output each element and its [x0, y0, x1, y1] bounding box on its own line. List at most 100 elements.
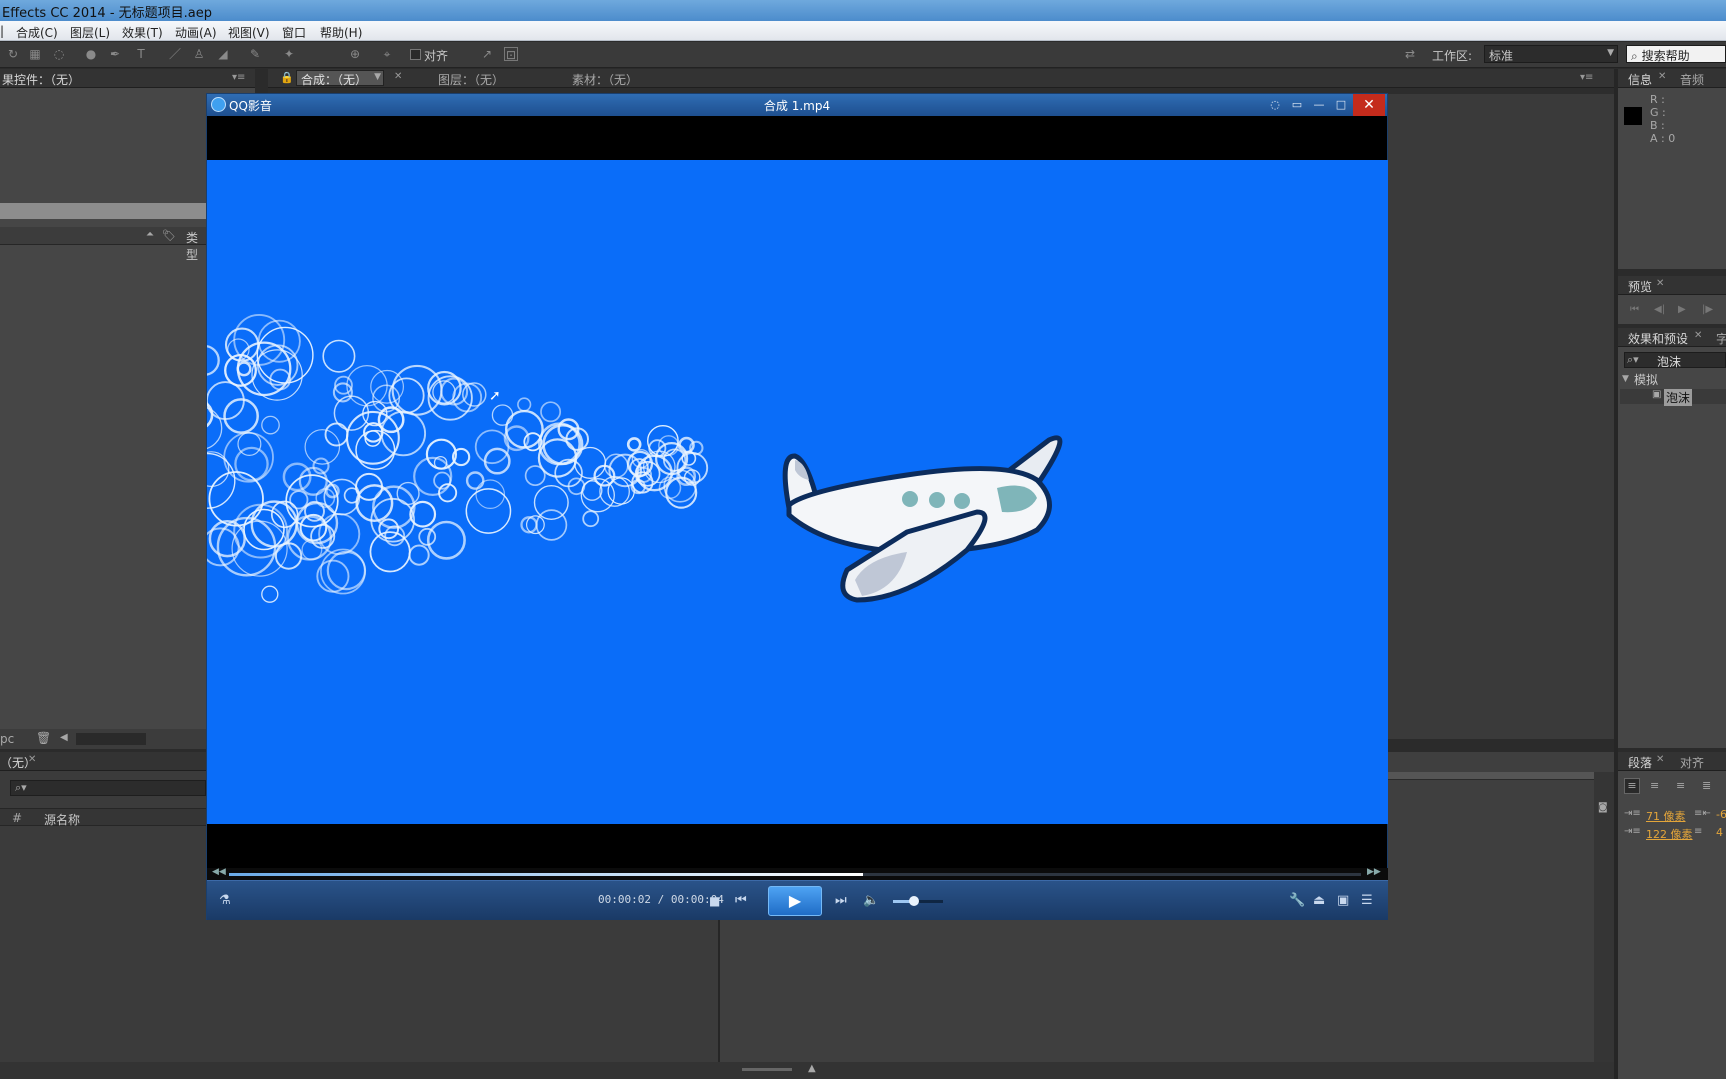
volume-icon[interactable]: 🔈: [863, 893, 879, 909]
mask-tool-icon[interactable]: ●: [84, 47, 98, 61]
effects-item-row[interactable]: ▣ 泡沫: [1620, 389, 1726, 406]
column-source-name[interactable]: 源名称: [44, 811, 80, 828]
timeline-vscroll[interactable]: ◙: [1594, 772, 1614, 1062]
next-icon[interactable]: ⏭: [835, 893, 847, 909]
brush-tool-icon[interactable]: ／: [168, 47, 182, 61]
fast-forward-icon[interactable]: ▶▶: [1367, 867, 1381, 877]
rotate-tool-icon[interactable]: ↻: [6, 47, 20, 61]
type-tool-icon[interactable]: T: [134, 47, 148, 61]
snap-features-icon[interactable]: ⊡: [504, 47, 518, 62]
menu-item-left-stub[interactable]: |: [0, 24, 4, 38]
camera-tool-icon[interactable]: ▦: [28, 47, 42, 61]
zoom-slider[interactable]: [742, 1068, 792, 1071]
effects-search-input[interactable]: ⌕▾ 泡沫: [1624, 352, 1726, 369]
panel-menu-icon[interactable]: ▾≡: [232, 72, 245, 83]
tab-character[interactable]: 字: [1716, 330, 1726, 347]
video-frame[interactable]: ➚: [207, 160, 1388, 824]
tab-audio[interactable]: 音频: [1680, 71, 1704, 88]
tab-effect-controls[interactable]: 果控件：（无）: [2, 71, 80, 88]
zoom-in-icon[interactable]: ▲: [808, 1063, 816, 1074]
tab-paragraph[interactable]: 段落: [1628, 754, 1652, 771]
trash-icon[interactable]: 🗑: [36, 731, 51, 745]
workspace-select[interactable]: 标准 ▼: [1484, 45, 1618, 63]
screen-mode-icon[interactable]: ▣: [1337, 893, 1349, 909]
tab-layer[interactable]: 图层：（无）: [438, 71, 504, 88]
window-title: Effects CC 2014 - 无标题项目.aep: [2, 6, 212, 21]
play-preview-icon[interactable]: ▶: [1678, 304, 1686, 315]
menu-effect[interactable]: 效果(T): [122, 24, 163, 41]
workspace-label: 工作区:: [1432, 49, 1473, 63]
first-frame-icon[interactable]: ⏮: [1630, 304, 1639, 315]
close-icon[interactable]: ✕: [28, 754, 36, 765]
sort-up-icon[interactable]: ⏶: [146, 229, 154, 240]
clone-stamp-tool-icon[interactable]: ♙: [192, 47, 206, 61]
menu-animation[interactable]: 动画(A): [175, 24, 217, 41]
eraser-tool-icon[interactable]: ◢: [216, 47, 230, 61]
indent-left-value[interactable]: 71 像素: [1646, 808, 1686, 824]
axis-icon[interactable]: ⊕: [348, 47, 362, 61]
bpc-label[interactable]: pc: [0, 732, 14, 746]
tools-wrench-icon[interactable]: 🔧: [1289, 893, 1305, 909]
justify-icon[interactable]: ≣: [1702, 779, 1711, 792]
menu-window[interactable]: 窗口: [282, 24, 306, 41]
tag-icon[interactable]: 🏷: [162, 229, 176, 242]
seek-bar[interactable]: ◀◀ ▶▶: [207, 867, 1388, 880]
rewind-icon[interactable]: ◀◀: [212, 867, 226, 877]
stop-icon[interactable]: ■: [709, 893, 720, 909]
roto-brush-tool-icon[interactable]: ✎: [248, 47, 262, 61]
maximize-icon[interactable]: □: [1333, 97, 1349, 113]
indent-first-value[interactable]: 122 像素: [1646, 826, 1693, 842]
close-icon[interactable]: ✕: [1353, 94, 1385, 116]
pen-tool-icon[interactable]: ✒: [108, 47, 122, 61]
workspace-sync-icon[interactable]: ⇄: [1400, 47, 1420, 61]
pin-icon[interactable]: ⌖: [380, 47, 394, 61]
close-icon[interactable]: ✕: [1694, 330, 1702, 341]
menu-help[interactable]: 帮助(H): [320, 24, 362, 41]
menu-view[interactable]: 视图(V): [228, 24, 270, 41]
seek-track[interactable]: [229, 873, 1361, 876]
chat-icon[interactable]: ◌: [1267, 97, 1283, 113]
volume-slider[interactable]: [893, 896, 943, 906]
align-left-icon[interactable]: ≡: [1624, 778, 1640, 794]
close-icon[interactable]: ✕: [1656, 754, 1664, 765]
effects-wand-icon[interactable]: ⚗: [219, 893, 231, 909]
puppet-tool-icon[interactable]: ✦: [282, 47, 296, 61]
tab-info[interactable]: 信息: [1628, 71, 1652, 88]
panel-menu-icon[interactable]: ▾≡: [1580, 72, 1593, 83]
align-center-icon[interactable]: ≡: [1650, 779, 1659, 792]
previous-icon[interactable]: ⏮: [735, 893, 747, 909]
snap-checkbox[interactable]: [410, 49, 421, 60]
tab-align[interactable]: 对齐: [1680, 754, 1704, 771]
play-button[interactable]: ▶: [768, 886, 822, 916]
effects-category[interactable]: 模拟: [1634, 371, 1658, 388]
menu-layer[interactable]: 图层(L): [70, 24, 110, 41]
align-right-icon[interactable]: ≡: [1676, 779, 1685, 792]
search-help-input[interactable]: ⌕ 搜索帮助: [1626, 45, 1726, 63]
volume-knob[interactable]: [909, 896, 919, 906]
tab-effects-presets[interactable]: 效果和预设: [1628, 330, 1688, 347]
player-title-bar[interactable]: QQ影音 合成 1.mp4 ◌ ▭ — □ ✕: [207, 94, 1387, 116]
chevron-down-icon[interactable]: ▼: [1622, 374, 1629, 384]
tab-preview[interactable]: 预览: [1628, 278, 1652, 295]
next-frame-icon[interactable]: |▶: [1702, 304, 1713, 315]
mini-mode-icon[interactable]: ▭: [1289, 97, 1305, 113]
project-scrollbar[interactable]: [76, 733, 146, 745]
close-icon[interactable]: ✕: [1658, 71, 1666, 82]
lock-icon[interactable]: 🔒: [280, 71, 294, 84]
prev-frame-icon[interactable]: ◀|: [1654, 304, 1665, 315]
close-icon[interactable]: ✕: [394, 71, 402, 82]
tab-footage[interactable]: 素材：（无）: [572, 71, 638, 88]
indent-right-value[interactable]: -6: [1716, 808, 1726, 821]
column-type[interactable]: 类型: [186, 229, 206, 263]
close-icon[interactable]: ✕: [1656, 278, 1664, 289]
snap-edges-icon[interactable]: ↗: [480, 47, 494, 61]
eject-icon[interactable]: ⏏: [1313, 893, 1325, 909]
tab-composition[interactable]: 合成：（无） ▼: [296, 70, 384, 87]
minimize-icon[interactable]: —: [1311, 97, 1327, 113]
space-after-value[interactable]: 4: [1716, 826, 1723, 839]
playlist-icon[interactable]: ☰: [1361, 893, 1373, 909]
menu-composition[interactable]: 合成(C): [16, 24, 58, 41]
scroll-left-icon[interactable]: ◀: [60, 732, 68, 743]
timeline-search-input[interactable]: ⌕▾: [10, 780, 206, 796]
pan-behind-tool-icon[interactable]: ◌: [52, 47, 66, 61]
